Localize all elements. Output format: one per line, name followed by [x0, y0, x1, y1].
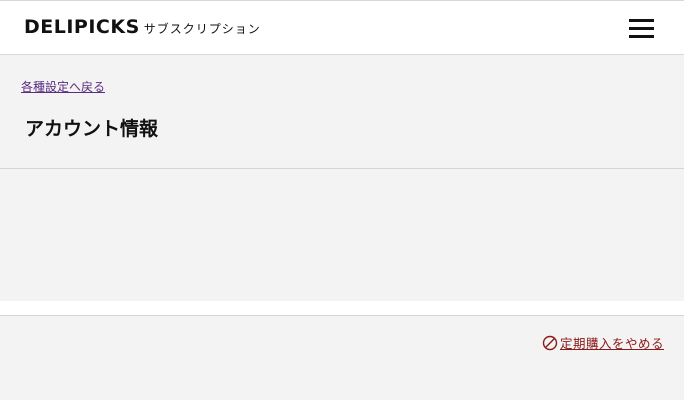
back-to-settings-link[interactable]: 各種設定へ戻る	[21, 78, 105, 95]
logo-sub-text: サブスクリプション	[143, 22, 261, 36]
subscription-actions-section: 定期購入をやめる	[0, 315, 684, 400]
prohibited-icon	[542, 335, 558, 350]
section-divider	[0, 301, 684, 315]
hamburger-menu-icon[interactable]	[629, 19, 654, 38]
hamburger-line	[629, 35, 654, 38]
hamburger-line	[629, 27, 654, 30]
account-header-section: 各種設定へ戻る アカウント情報	[0, 55, 684, 169]
logo[interactable]: DELIPICKS サブスクリプション	[24, 16, 261, 38]
page-title: アカウント情報	[25, 118, 159, 140]
site-header: DELIPICKS サブスクリプション	[0, 0, 684, 55]
hamburger-line	[629, 19, 654, 22]
cancel-subscription-link[interactable]: 定期購入をやめる	[542, 333, 664, 352]
logo-brand-text: DELIPICKS	[24, 16, 140, 38]
account-content-section	[0, 169, 684, 301]
cancel-subscription-label: 定期購入をやめる	[559, 336, 664, 351]
